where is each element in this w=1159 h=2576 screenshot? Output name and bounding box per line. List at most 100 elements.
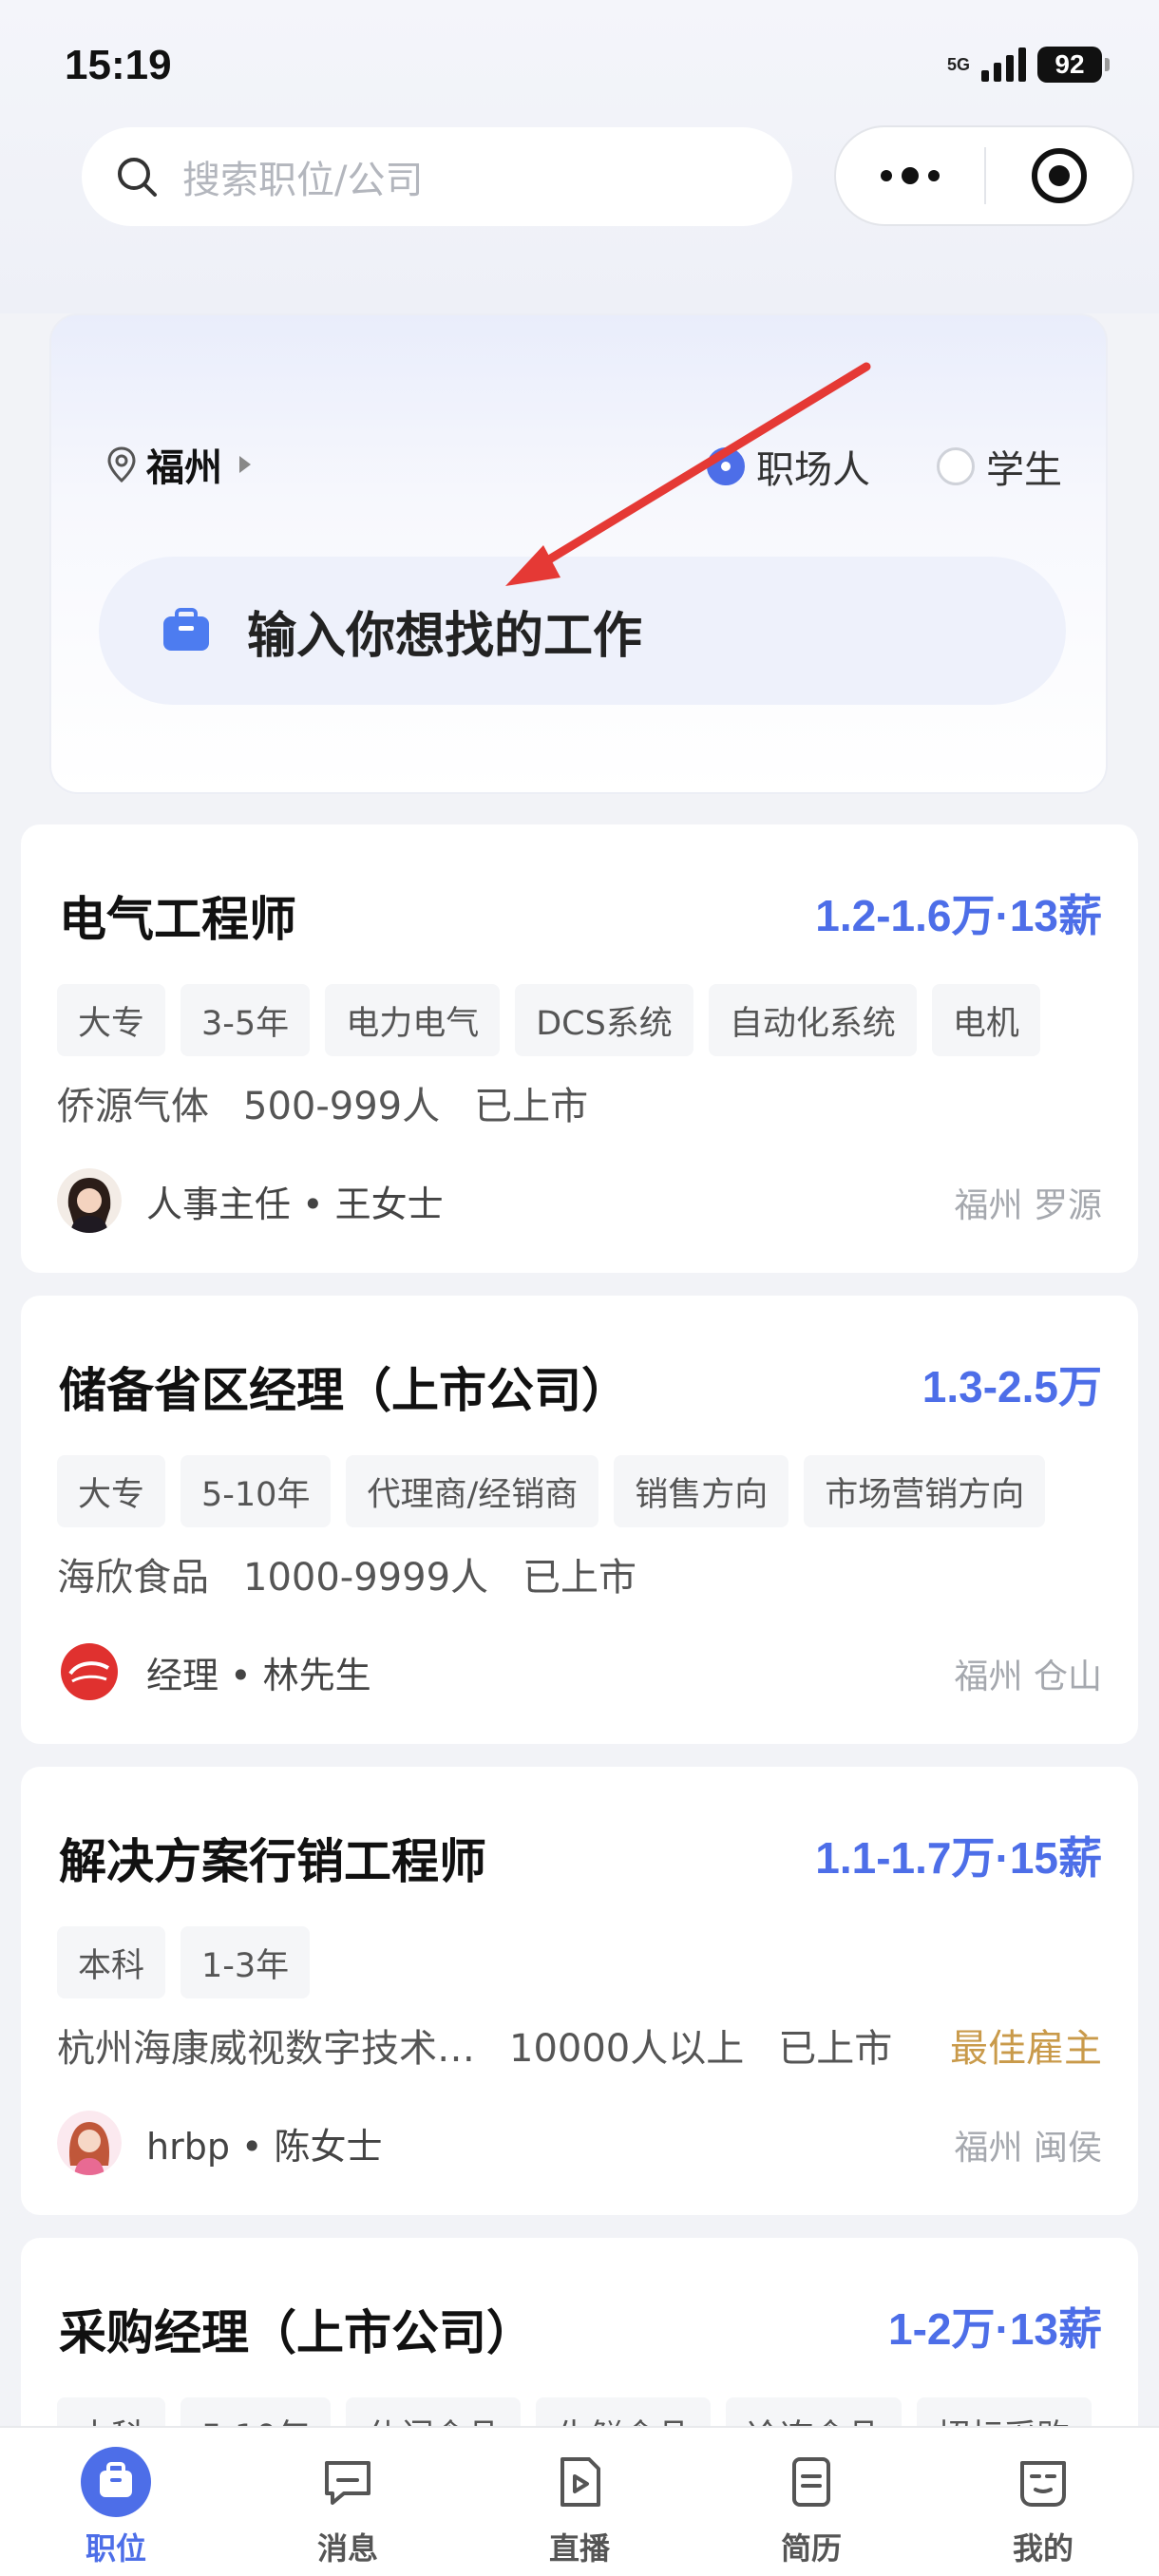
radio-unchecked-icon <box>937 447 975 485</box>
status-bar: 15:19 5G 92 <box>0 0 1159 133</box>
more-dot-icon <box>928 170 940 181</box>
company-info: 杭州海康威视数字技术… 10000人以上 已上市 最佳雇主 <box>57 2017 1102 2073</box>
job-tag: 大专 <box>57 1455 166 1527</box>
employer-badge: 最佳雇主 <box>950 2027 1102 2071</box>
recruiter-info: hrbp • 陈女士 <box>57 2111 383 2175</box>
job-tag: 代理商/经销商 <box>346 1455 599 1527</box>
more-dot-icon <box>902 167 919 184</box>
target-icon <box>1032 148 1087 203</box>
company-name: 海欣食品 <box>57 1556 209 1600</box>
job-card[interactable]: 电气工程师 1.2-1.6万·13薪 大专 3-5年 电力电气 DCS系统 自动… <box>21 824 1138 1273</box>
location-pin-icon <box>107 446 136 483</box>
job-search-hero: 福州 职场人 学生 输入你想找的工作 <box>49 313 1108 794</box>
job-tags: 大专 5-10年 代理商/经销商 销售方向 市场营销方向 <box>57 1455 1046 1527</box>
tab-label: 消息 <box>316 2530 378 2567</box>
job-tags: 大专 3-5年 电力电气 DCS系统 自动化系统 电机 <box>57 984 1040 1056</box>
identity-radio-group: 职场人 学生 <box>707 439 1062 494</box>
close-miniprogram-button[interactable] <box>986 146 1132 205</box>
tab-label: 直播 <box>548 2530 610 2567</box>
company-name: 侨源气体 <box>57 1085 209 1128</box>
job-salary: 1.1-1.7万·15薪 <box>815 1833 1102 1883</box>
battery-icon: 92 <box>1037 47 1110 83</box>
radio-label: 学生 <box>986 448 1062 492</box>
job-tags: 本科 1-3年 <box>57 1926 311 1998</box>
job-tag: 电力电气 <box>325 984 501 1056</box>
company-stage: 已上市 <box>522 1556 637 1600</box>
caret-right-icon <box>239 456 251 473</box>
job-tag: 销售方向 <box>614 1455 789 1527</box>
recruiter-name: hrbp • 陈女士 <box>146 2125 383 2168</box>
search-placeholder: 搜索职位/公司 <box>182 159 424 202</box>
job-tag: 自动化系统 <box>708 984 917 1056</box>
job-tag: 1-3年 <box>180 1926 311 1998</box>
resume-icon <box>776 2447 846 2517</box>
city-selector[interactable]: 福州 <box>106 437 251 492</box>
job-tag: 电机 <box>931 984 1040 1056</box>
briefcase-icon <box>163 608 209 651</box>
profile-face-icon <box>1008 2447 1078 2517</box>
job-tag: DCS系统 <box>515 984 694 1056</box>
briefcase-icon <box>81 2447 151 2517</box>
battery-level: 92 <box>1054 49 1085 79</box>
company-name: 杭州海康威视数字技术… <box>57 2027 475 2071</box>
search-input[interactable]: 搜索职位/公司 <box>82 127 792 226</box>
tab-profile[interactable]: 我的 <box>927 2428 1159 2576</box>
job-salary: 1.3-2.5万 <box>922 1362 1102 1411</box>
radio-student[interactable]: 学生 <box>937 439 1062 494</box>
job-tag: 本科 <box>57 1926 166 1998</box>
search-icon <box>118 158 157 197</box>
city-name: 福州 <box>146 446 222 490</box>
tab-label: 职位 <box>85 2530 146 2567</box>
company-info: 侨源气体 500-999人 已上市 <box>57 1075 1102 1130</box>
job-location: 福州 闽侯 <box>954 2129 1102 2168</box>
job-tag: 5-10年 <box>180 1455 332 1527</box>
company-size: 500-999人 <box>243 1085 441 1128</box>
job-tag: 市场营销方向 <box>804 1455 1046 1527</box>
tab-resume[interactable]: 简历 <box>695 2428 927 2576</box>
recruiter-name: 人事主任 • 王女士 <box>146 1183 444 1225</box>
job-title: 电气工程师 <box>59 892 296 947</box>
company-stage: 已上市 <box>474 1085 589 1128</box>
job-title: 储备省区经理（上市公司） <box>59 1363 629 1418</box>
live-play-icon <box>544 2447 615 2517</box>
job-tag: 3-5年 <box>180 984 311 1056</box>
recruiter-info: 经理 • 林先生 <box>57 1639 371 1704</box>
job-salary: 1.2-1.6万·13薪 <box>815 891 1102 940</box>
job-keyword-input[interactable]: 输入你想找的工作 <box>99 557 1066 705</box>
status-time: 15:19 <box>65 42 172 88</box>
chat-icon <box>313 2447 383 2517</box>
tab-label: 简历 <box>780 2530 842 2567</box>
radio-professional[interactable]: 职场人 <box>707 439 870 494</box>
recruiter-name: 经理 • 林先生 <box>146 1654 371 1696</box>
avatar <box>57 2111 122 2175</box>
tab-label: 我的 <box>1012 2530 1074 2567</box>
job-salary: 1-2万·13薪 <box>888 2304 1102 2354</box>
job-location: 福州 罗源 <box>954 1186 1102 1225</box>
bottom-tab-bar: 职位 消息 直播 简历 我的 <box>0 2426 1159 2576</box>
recruiter-info: 人事主任 • 王女士 <box>57 1168 444 1233</box>
job-input-placeholder: 输入你想找的工作 <box>247 607 643 665</box>
status-indicators: 5G 92 <box>947 44 1110 85</box>
company-size: 1000-9999人 <box>243 1556 489 1600</box>
more-menu-button[interactable] <box>836 167 984 184</box>
company-size: 10000人以上 <box>509 2027 745 2071</box>
company-info: 海欣食品 1000-9999人 已上市 <box>57 1546 1102 1601</box>
avatar <box>57 1168 122 1233</box>
job-card[interactable]: 储备省区经理（上市公司） 1.3-2.5万 大专 5-10年 代理商/经销商 销… <box>21 1296 1138 1744</box>
network-type: 5G <box>946 55 970 74</box>
signal-group: 5G <box>947 56 970 73</box>
job-title: 解决方案行销工程师 <box>59 1834 486 1889</box>
tab-live[interactable]: 直播 <box>464 2428 695 2576</box>
job-location: 福州 仓山 <box>954 1657 1102 1696</box>
tab-messages[interactable]: 消息 <box>232 2428 464 2576</box>
miniprogram-capsule <box>834 125 1134 226</box>
more-dot-icon <box>881 170 892 181</box>
radio-checked-icon <box>707 447 745 485</box>
radio-label: 职场人 <box>756 448 870 492</box>
company-logo-avatar <box>57 1639 122 1704</box>
job-tag: 大专 <box>57 984 166 1056</box>
tab-jobs[interactable]: 职位 <box>0 2428 232 2576</box>
company-stage: 已上市 <box>778 2027 893 2071</box>
job-card[interactable]: 解决方案行销工程师 1.1-1.7万·15薪 本科 1-3年 杭州海康威视数字技… <box>21 1767 1138 2215</box>
signal-icon <box>981 47 1026 82</box>
